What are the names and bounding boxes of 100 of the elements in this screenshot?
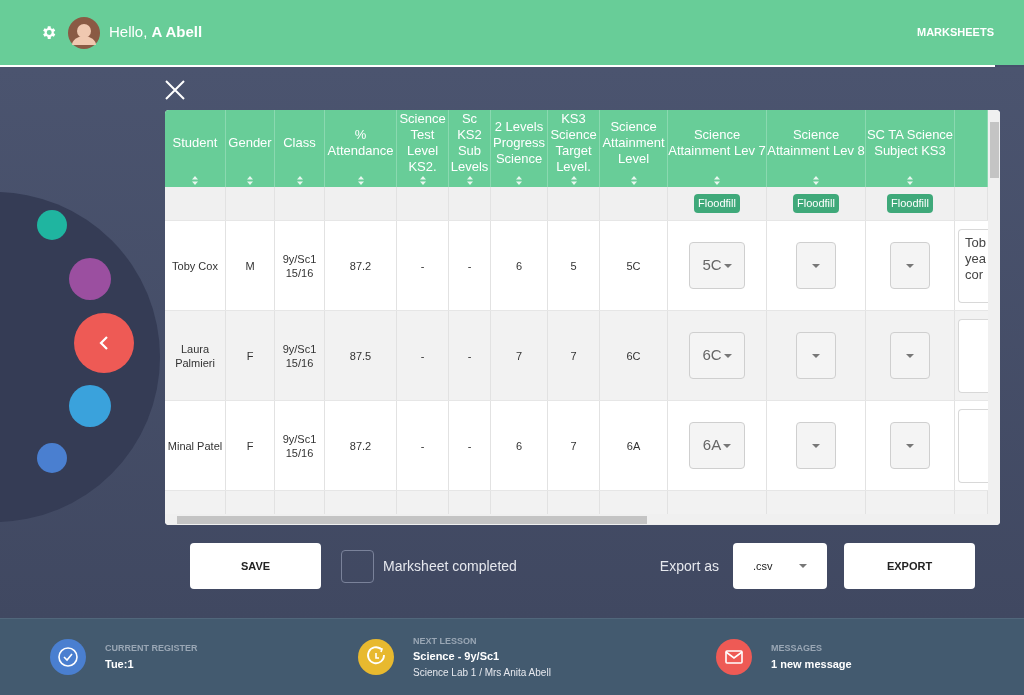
floodfill-button[interactable]: Floodfill — [793, 194, 839, 213]
status-label: NEXT LESSON — [413, 634, 478, 648]
column-header-label: KS3 Science Target Level. — [549, 110, 598, 176]
table-cell-text: Laura Palmieri — [174, 341, 216, 370]
table-cell: - — [420, 348, 425, 363]
column-header-label: Science Attainment Lev 7 — [668, 126, 766, 160]
greeting-text: Hello, A Abell — [109, 22, 203, 43]
table-cell: Minal Patel — [167, 438, 223, 453]
completed-checkbox[interactable] — [341, 549, 374, 583]
column-header-label: 2 Levels Progress Science — [492, 118, 546, 168]
column-header-label: Science Attainment Lev 8 — [767, 126, 865, 160]
export-button[interactable]: EXPORT — [844, 543, 975, 589]
sort-icon — [357, 176, 364, 185]
avatar — [68, 16, 100, 49]
column-header-label: Student — [172, 134, 218, 152]
table-cell: 5C — [626, 258, 641, 273]
comment-field[interactable] — [958, 319, 988, 393]
column-header-label: % Attendance — [326, 126, 395, 160]
grade-dropdown[interactable] — [796, 332, 836, 379]
table-cell: M — [245, 258, 255, 273]
sort-icon — [907, 176, 913, 185]
column-header-label: Science Attainment Level — [601, 118, 666, 168]
checkbox-label: Marksheet completed — [383, 556, 517, 576]
grade-dropdown[interactable]: 6C — [689, 332, 745, 379]
caret-icon — [906, 263, 914, 268]
status-detail: Science Lab 1 / Mrs Anita Abell — [413, 665, 551, 680]
grade-dropdown[interactable]: 5C — [689, 242, 745, 289]
export-label: Export as — [659, 556, 719, 576]
caret-icon — [799, 564, 807, 568]
caret-icon — [723, 263, 732, 268]
table-cell: 7 — [570, 348, 577, 363]
sort-icon — [466, 176, 473, 185]
grade-dropdown[interactable] — [796, 422, 836, 469]
comment-field[interactable]: Tob yea cor — [958, 229, 988, 303]
floodfill-button[interactable]: Floodfill — [887, 194, 933, 213]
caret-icon — [906, 443, 914, 448]
floodfill-button[interactable]: Floodfill — [694, 194, 740, 213]
table-cell: F — [246, 438, 254, 453]
column-header-label: SC TA Science Subject KS3 — [866, 126, 954, 160]
scrollbar-thumb[interactable] — [177, 515, 647, 524]
grade-dropdown[interactable] — [890, 242, 930, 289]
sort-icon — [419, 176, 426, 185]
table-cell: - — [420, 258, 425, 273]
table-cell: 6 — [515, 438, 523, 453]
marksheets-link[interactable]: MARKSHEETS — [917, 24, 994, 41]
comment-field[interactable] — [958, 409, 988, 483]
horizontal-scrollbar[interactable] — [165, 514, 988, 525]
format-dropdown[interactable]: .csv — [733, 543, 827, 589]
close-icon[interactable] — [165, 80, 185, 100]
grade-dropdown[interactable] — [890, 332, 930, 379]
table-cell: - — [467, 258, 472, 273]
sort-icon — [813, 176, 819, 185]
table-cell: 7 — [515, 348, 523, 363]
check-icon — [50, 639, 86, 675]
grade-dropdown[interactable] — [890, 422, 930, 469]
scrollbar-thumb[interactable] — [989, 122, 999, 178]
vertical-scrollbar[interactable] — [988, 110, 1000, 525]
table-cell: - — [420, 438, 425, 453]
caret-icon — [906, 353, 914, 358]
status-value: 1 new message — [771, 656, 852, 672]
table-cell: 87.2 — [349, 438, 372, 453]
mail-icon — [716, 639, 752, 675]
caret-icon — [812, 353, 820, 358]
caret-icon — [723, 353, 732, 358]
table-cell-text: 9y/Sc1 15/16 — [281, 251, 318, 280]
table-cell: 7 — [570, 438, 577, 453]
table-cell-text: 9y/Sc1 15/16 — [281, 431, 318, 460]
caret-icon — [723, 443, 732, 448]
table-cell: 87.2 — [349, 258, 372, 273]
sort-icon — [296, 176, 303, 185]
table-cell: 6 — [515, 258, 523, 273]
status-value: Science - 9y/Sc1 — [413, 649, 501, 664]
table-cell: 6A — [626, 438, 641, 453]
clock-icon — [358, 639, 394, 675]
grade-dropdown[interactable] — [796, 242, 836, 289]
column-header-label: Sc KS2 Sub Levels — [449, 110, 490, 176]
table-cell: 5 — [570, 258, 577, 273]
settings-icon[interactable] — [40, 24, 57, 41]
chevron-left-icon — [99, 335, 109, 351]
table-cell-text: 9y/Sc1 15/16 — [281, 341, 318, 370]
caret-icon — [812, 263, 820, 268]
sort-icon — [516, 176, 522, 185]
status-label: CURRENT REGISTER — [105, 642, 198, 655]
table-cell: F — [246, 348, 254, 363]
save-button[interactable]: SAVE — [190, 543, 321, 589]
table-cell: 87.5 — [349, 348, 372, 363]
table-cell: Toby Cox — [172, 258, 218, 273]
caret-icon — [812, 443, 820, 448]
column-header-label: Gender — [228, 134, 272, 152]
status-label: MESSAGES — [771, 642, 823, 655]
sort-icon — [247, 176, 253, 185]
grade-dropdown[interactable]: 6A — [689, 422, 745, 469]
table-cell: - — [467, 438, 472, 453]
sort-icon — [192, 176, 198, 185]
table-cell: - — [467, 348, 472, 363]
table-cell: 6C — [626, 348, 641, 363]
column-header-label: Class — [283, 134, 316, 152]
sort-icon — [570, 176, 577, 185]
sort-icon — [714, 176, 720, 185]
status-value: Tue:1 — [105, 656, 135, 672]
